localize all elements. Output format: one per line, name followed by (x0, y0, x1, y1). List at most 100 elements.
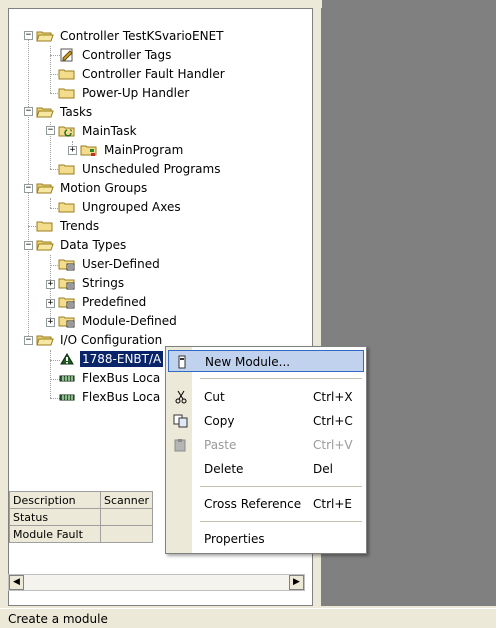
paste-icon (174, 439, 186, 452)
menu-item-label: Cut (204, 390, 225, 404)
tree-node-io-configuration[interactable]: I/O Configuration (36, 331, 164, 349)
property-key: Description (9, 491, 101, 509)
menu-item-shortcut: Del (313, 462, 333, 476)
tree-node-label: Controller TestKSvarioENET (60, 29, 224, 43)
folder-open-icon (36, 31, 54, 42)
tree-node-label: Unscheduled Programs (82, 162, 221, 176)
tree-node-label: Ungrouped Axes (82, 200, 181, 214)
tree-node-user-defined[interactable]: User-Defined (58, 255, 162, 273)
tree-node-label: Trends (60, 219, 100, 233)
tree-node-trends[interactable]: Trends (36, 217, 101, 235)
tree-node-ungrouped-axes[interactable]: Ungrouped Axes (58, 198, 183, 216)
tree-node-main-program[interactable]: MainProgram (80, 141, 185, 159)
task-icon (58, 126, 75, 137)
menu-item-copy[interactable]: Copy Ctrl+C (168, 410, 364, 432)
tree-node-label: FlexBus Loca (82, 390, 161, 404)
data-type-folder-icon (58, 259, 75, 271)
tree-node-controller-tags[interactable]: Controller Tags (58, 46, 173, 64)
tree-node-label: I/O Configuration (60, 333, 163, 347)
tree-node-controller[interactable]: Controller TestKSvarioENET (36, 27, 226, 45)
collapse-toggle[interactable]: − (46, 126, 55, 135)
tree-node-module-defined[interactable]: Module-Defined (58, 312, 179, 330)
tree-node-data-types[interactable]: Data Types (36, 236, 128, 254)
collapse-toggle[interactable]: − (24, 336, 33, 345)
tree-node-motion-groups[interactable]: Motion Groups (36, 179, 149, 197)
property-value (99, 525, 154, 543)
tree-node-controller-fault-handler[interactable]: Controller Fault Handler (58, 65, 227, 83)
menu-item-shortcut: Ctrl+E (313, 497, 352, 511)
property-value: Scanner (99, 491, 154, 509)
folder-icon (58, 69, 75, 80)
expand-toggle[interactable]: + (46, 280, 55, 289)
folder-icon (58, 202, 75, 213)
tree-node-flexbus-1[interactable]: FlexBus Loca (58, 369, 162, 387)
collapse-toggle[interactable]: − (24, 184, 33, 193)
tree-node-label: Tasks (60, 105, 93, 119)
folder-icon (58, 164, 75, 175)
property-value (99, 508, 154, 526)
flexbus-icon (59, 375, 75, 382)
context-menu: New Module... Cut Ctrl+X Copy Ctrl+C Pas… (165, 346, 367, 554)
tree-node-label: User-Defined (82, 257, 160, 271)
tree-node-enbt-module[interactable]: 1788-ENBT/A (58, 350, 164, 368)
tree-node-unscheduled-programs[interactable]: Unscheduled Programs (58, 160, 222, 178)
data-type-folder-icon (58, 297, 75, 309)
menu-item-paste[interactable]: Paste Ctrl+V (168, 434, 364, 456)
menu-item-shortcut: Ctrl+X (313, 390, 353, 404)
expand-toggle[interactable]: + (46, 318, 55, 327)
tree-node-label: Strings (82, 276, 125, 290)
menu-item-cut[interactable]: Cut Ctrl+X (168, 386, 364, 408)
folder-open-icon (36, 107, 54, 118)
scroll-right-button[interactable]: ▶ (289, 575, 304, 590)
scissors-icon (175, 390, 187, 404)
new-module-icon (178, 355, 186, 369)
copy-icon (173, 414, 188, 428)
tree-node-label: Power-Up Handler (82, 86, 190, 100)
folder-open-icon (36, 183, 54, 194)
tree-node-predefined[interactable]: Predefined (58, 293, 148, 311)
menu-item-label: Cross Reference (204, 497, 302, 511)
tree-node-label: FlexBus Loca (82, 371, 161, 385)
tag-document-icon (60, 48, 73, 62)
collapse-toggle[interactable]: − (24, 31, 33, 40)
tree-node-tasks[interactable]: Tasks (36, 103, 94, 121)
expand-toggle[interactable]: + (46, 299, 55, 308)
menu-item-label: Delete (204, 462, 244, 476)
property-key: Module Fault (9, 525, 101, 543)
program-icon (80, 145, 97, 156)
tree-node-label: 1788-ENBT/A (80, 351, 164, 367)
tree-node-label: MainProgram (104, 143, 184, 157)
tree-node-label: Data Types (60, 238, 127, 252)
expand-toggle[interactable]: + (68, 146, 77, 155)
menu-item-new-module[interactable]: New Module... (168, 350, 364, 372)
tree-node-label: Controller Fault Handler (82, 67, 225, 81)
tree-node-main-task[interactable]: MainTask (58, 122, 139, 140)
tree-node-label: Motion Groups (60, 181, 148, 195)
menu-item-label: New Module... (205, 355, 291, 369)
collapse-toggle[interactable]: − (24, 107, 33, 116)
tree-node-strings[interactable]: Strings (58, 274, 126, 292)
menu-item-label: Paste (204, 438, 237, 452)
status-text: Create a module (8, 612, 108, 626)
folder-open-icon (36, 240, 54, 251)
network-module-icon (60, 353, 74, 365)
tree-node-flexbus-2[interactable]: FlexBus Loca (58, 388, 162, 406)
tree-node-label: Predefined (82, 295, 147, 309)
tree-node-label: Module-Defined (82, 314, 177, 328)
menu-item-label: Properties (204, 532, 265, 546)
menu-item-shortcut: Ctrl+V (313, 438, 353, 452)
menu-item-cross-reference[interactable]: Cross Reference Ctrl+E (168, 493, 364, 515)
status-bar: Create a module (0, 608, 496, 628)
menu-item-delete[interactable]: Delete Del (168, 458, 364, 480)
menu-item-properties[interactable]: Properties (168, 528, 364, 550)
folder-open-icon (36, 335, 54, 346)
horizontal-scrollbar[interactable]: ◀ ▶ (8, 574, 305, 591)
collapse-toggle[interactable]: − (24, 241, 33, 250)
folder-icon (58, 88, 75, 99)
folder-icon (36, 221, 53, 232)
tree-node-label: Controller Tags (82, 48, 172, 62)
application-window: − − − + − − + + + − Controller TestKSvar… (0, 0, 496, 628)
flexbus-icon (59, 394, 75, 401)
scroll-left-button[interactable]: ◀ (9, 575, 24, 590)
tree-node-power-up-handler[interactable]: Power-Up Handler (58, 84, 191, 102)
